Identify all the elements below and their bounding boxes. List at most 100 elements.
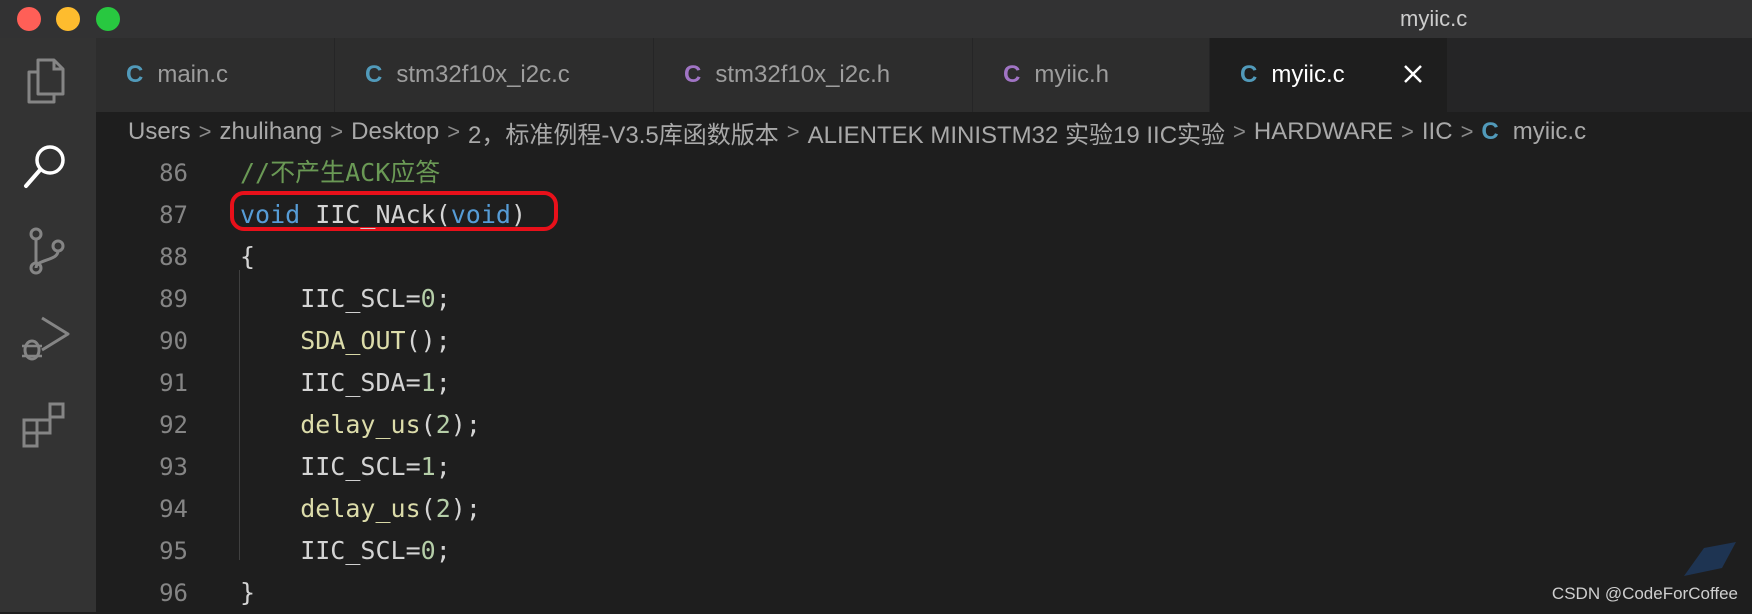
breadcrumb-item[interactable]: ALIENTEK MINISTM32 实验19 IIC实验 [808,115,1225,150]
code-token: ) [510,200,527,229]
close-tab-icon[interactable] [1395,56,1431,92]
chevron-right-icon: > [1460,119,1474,144]
code-token: IIC_NAck( [300,200,451,229]
tab-myiic-c[interactable]: C myiic.c [1210,38,1448,112]
code-token: 1 [420,368,436,397]
activity-bar [0,38,96,612]
window-title-text: myiic.c [1400,6,1468,31]
code-line[interactable]: 93 IIC_SCL=1; [96,446,1752,488]
chevron-right-icon: > [198,119,212,144]
line-number: 91 [159,369,188,397]
c-file-icon: C [365,61,383,88]
tab-stm32f10x-i2c-h[interactable]: C stm32f10x_i2c.h [654,38,973,112]
code-token: IIC_SCL= [240,536,421,565]
breadcrumb-item[interactable]: 2，标准例程-V3.5库函数版本 [468,115,779,150]
code-token: ( [420,410,436,439]
code-token: IIC_SCL= [240,284,421,313]
code-text[interactable]: //不产生ACK应答 [240,152,440,194]
code-text[interactable]: IIC_SDA=1; [240,362,451,404]
line-number: 94 [159,495,188,523]
code-text[interactable]: IIC_SCL=0; [240,530,451,572]
line-number: 88 [159,243,188,271]
code-text[interactable]: IIC_SCL=0; [240,278,451,320]
tab-label: stm32f10x_i2c.c [396,61,570,88]
code-token: ); [450,494,481,523]
code-text[interactable]: delay_us(2); [240,404,481,446]
c-file-icon: C [1240,61,1258,88]
run-debug-icon[interactable] [18,310,74,366]
code-line[interactable]: 90 SDA_OUT(); [96,320,1752,362]
breadcrumb-item[interactable]: Desktop [351,118,439,146]
chevron-right-icon: > [786,119,800,144]
code-token: IIC_SDA= [240,368,421,397]
breadcrumb-item[interactable]: Users [128,118,191,146]
code-token: ; [435,368,451,397]
c-header-file-icon: C [1003,61,1021,88]
code-token: //不产生ACK应答 [240,158,441,187]
code-token: 2 [435,494,451,523]
code-text[interactable]: delay_us(2); [240,488,481,530]
code-editor[interactable]: CSDN @CodeForCoffee 86//不产生ACK应答 87 void I… [96,152,1752,612]
code-line[interactable]: 95 IIC_SCL=0; [96,530,1752,572]
breadcrumb-item[interactable]: zhulihang [220,118,323,146]
code-token: (); [405,326,451,355]
code-token: IIC_SCL= [240,452,421,481]
extensions-icon[interactable] [18,396,74,452]
code-line[interactable]: 86 //不产生ACK应答 [96,152,1752,194]
line-number: 92 [159,411,188,439]
code-line[interactable]: 89 IIC_SCL=0; [96,278,1752,320]
c-file-icon: C [126,61,144,88]
code-text[interactable]: } [240,572,255,614]
code-line[interactable]: 96} [96,572,1752,614]
code-token: SDA_OUT [300,326,406,355]
search-icon[interactable] [18,138,74,194]
code-line[interactable]: 91 IIC_SDA=1; [96,362,1752,404]
code-line[interactable]: 92 delay_us(2); [96,404,1752,446]
c-file-icon: C [1481,118,1499,145]
code-line[interactable]: 87 void IIC_NAck(void) [96,194,1752,236]
line-number: 95 [159,537,188,565]
line-number: 87 [159,201,188,229]
code-token: ; [435,536,451,565]
code-text[interactable]: SDA_OUT(); [240,320,451,362]
line-number: 89 [159,285,188,313]
line-number: 90 [159,327,188,355]
breadcrumb-item[interactable]: HARDWARE [1254,118,1393,146]
line-number: 93 [159,453,188,481]
code-text[interactable]: IIC_SCL=1; [240,446,451,488]
tab-label: main.c [157,61,229,88]
chevron-right-icon: > [330,119,344,144]
tab-stm32f10x-i2c-c[interactable]: C stm32f10x_i2c.c [335,38,654,112]
code-text[interactable]: void IIC_NAck(void) [240,194,526,236]
chevron-right-icon: > [1401,119,1414,144]
code-token: void [450,200,511,229]
code-text[interactable]: { [240,236,255,278]
title-bar: myiic.c [0,0,1752,38]
window-title: myiic.c [0,0,1752,38]
tab-label: myiic.h [1034,61,1110,88]
code-token: void [240,200,301,229]
code-line[interactable]: 88 { [96,236,1752,278]
code-line[interactable]: 94 delay_us(2); [96,488,1752,530]
explorer-icon[interactable] [18,52,74,108]
tab-main-c[interactable]: C main.c [96,38,335,112]
breadcrumb-file[interactable]: myiic.c [1513,118,1586,146]
code-token: 1 [420,452,436,481]
breadcrumb-item[interactable]: IIC [1422,118,1453,146]
c-header-file-icon: C [684,61,702,88]
code-token: } [240,578,256,607]
line-number: 86 [159,159,188,187]
code-token: delay_us [300,410,421,439]
code-token: ; [435,452,451,481]
source-control-icon[interactable] [18,224,74,280]
code-token: delay_us [300,494,421,523]
line-number: 96 [159,579,188,607]
tab-myiic-h[interactable]: C myiic.h [973,38,1210,112]
breadcrumb: Users > zhulihang > Desktop > 2，标准例程-V3.… [96,112,1752,152]
chevron-right-icon: > [1233,119,1246,144]
code-token: { [240,242,256,271]
tab-label: myiic.c [1271,61,1345,88]
